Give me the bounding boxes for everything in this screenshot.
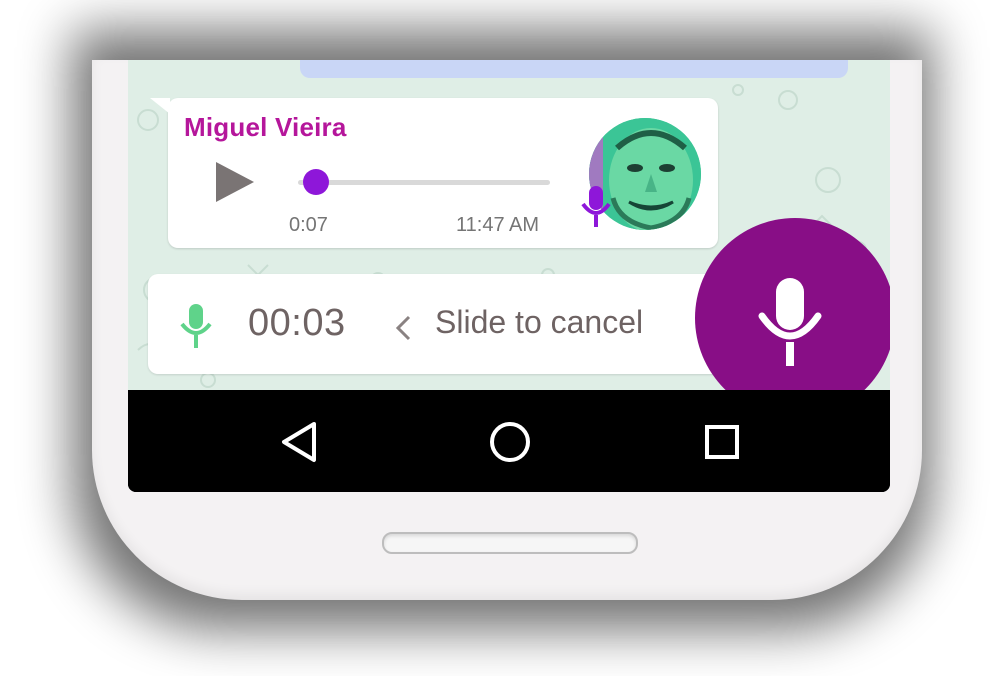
phone-frame: Miguel Vieira 0:07 11:47 AM 00:03 Slide … [92,60,922,600]
sender-name: Miguel Vieira [184,112,347,142]
audio-progress-knob[interactable] [302,169,329,195]
phone-screen: Miguel Vieira 0:07 11:47 AM 00:03 Slide … [128,60,890,492]
chevron-left-icon [395,315,411,341]
recording-bar: 00:03 Slide to cancel [148,274,728,374]
back-icon[interactable] [278,420,320,464]
voice-message-bubble[interactable]: Miguel Vieira 0:07 11:47 AM [150,98,718,248]
chat-area: Miguel Vieira 0:07 11:47 AM 00:03 Slide … [128,60,890,390]
home-icon[interactable] [488,420,532,464]
recording-mic-icon [180,304,212,348]
android-nav-bar [128,390,890,492]
hardware-home-bar [382,532,638,554]
bubble-tail [150,98,170,114]
mic-icon [758,278,822,366]
recording-timer: 00:03 [248,302,346,344]
voice-note-mic-icon [581,186,611,227]
voice-duration: 0:07 [289,214,328,236]
play-icon[interactable] [212,160,256,204]
slide-to-cancel-hint[interactable]: Slide to cancel [435,304,643,341]
message-timestamp: 11:47 AM [456,214,540,236]
recents-icon[interactable] [704,424,740,460]
previous-message-bubble [300,60,848,78]
audio-progress-track[interactable] [298,180,550,185]
